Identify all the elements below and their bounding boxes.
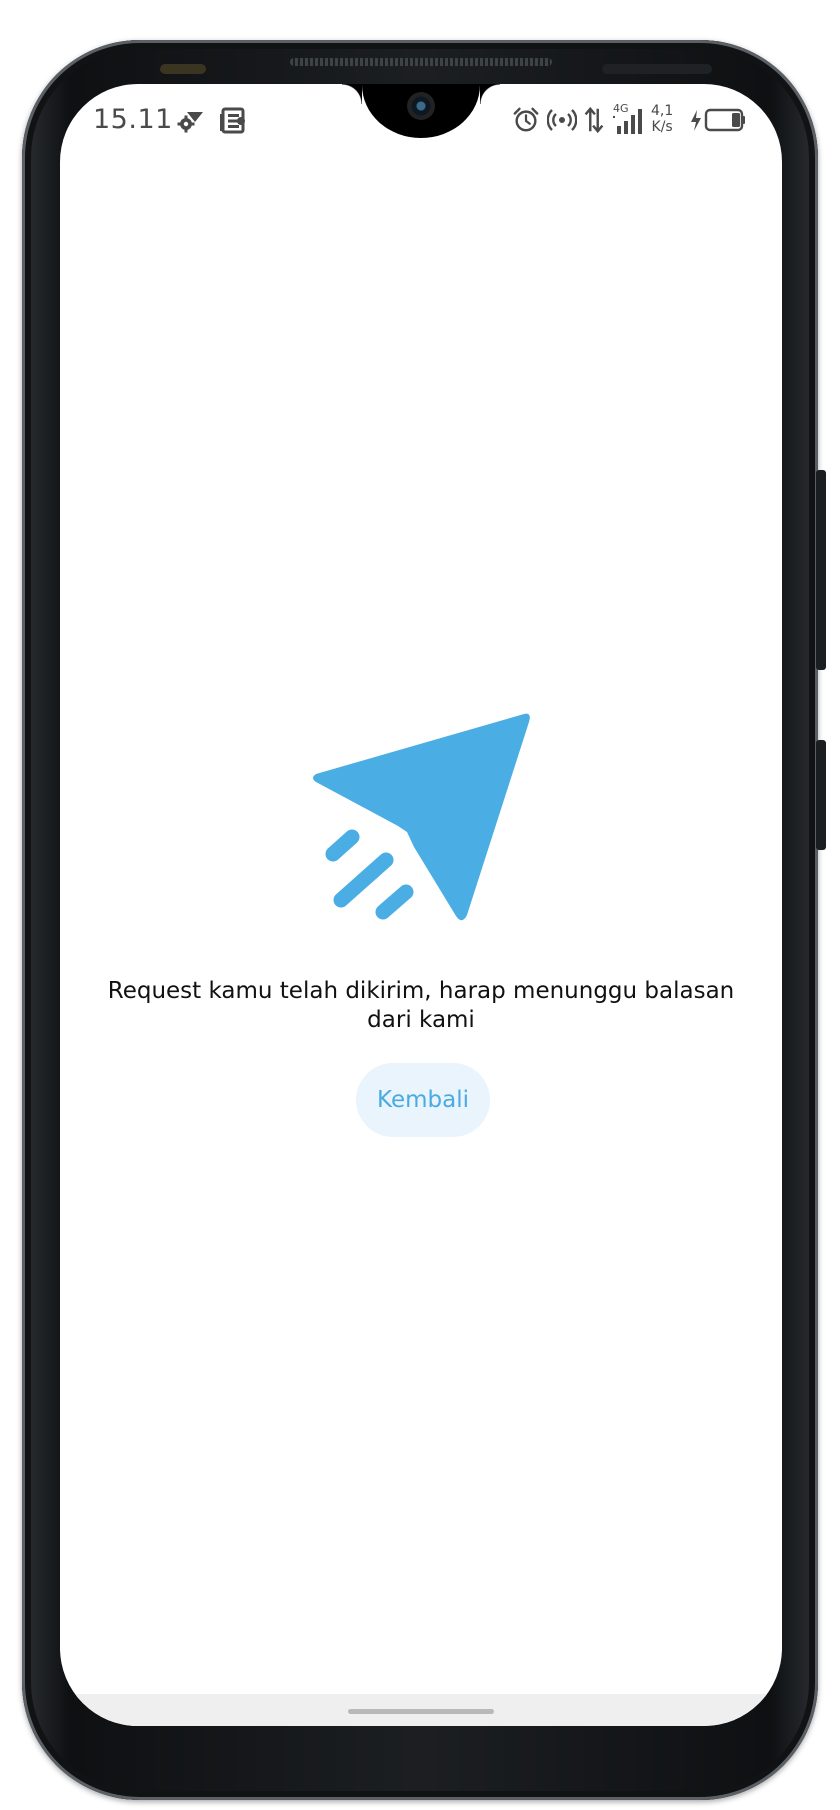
phone-screen: 15.11 4G 4,1 K/s Request kamu telah diki… bbox=[60, 84, 782, 1726]
navigation-bar bbox=[60, 1694, 782, 1726]
home-indicator[interactable] bbox=[348, 1709, 494, 1714]
volume-button bbox=[816, 470, 826, 670]
proximity-sensor bbox=[160, 64, 206, 74]
back-button[interactable]: Kembali bbox=[356, 1063, 490, 1137]
paper-plane-icon bbox=[313, 713, 530, 921]
power-button bbox=[816, 740, 826, 850]
confirmation-message: Request kamu telah dikirim, harap menung… bbox=[107, 978, 735, 1033]
request-sent-screen: Request kamu telah dikirim, harap menung… bbox=[60, 84, 782, 1726]
earpiece-speaker bbox=[290, 58, 552, 66]
ambient-sensor bbox=[602, 64, 712, 74]
